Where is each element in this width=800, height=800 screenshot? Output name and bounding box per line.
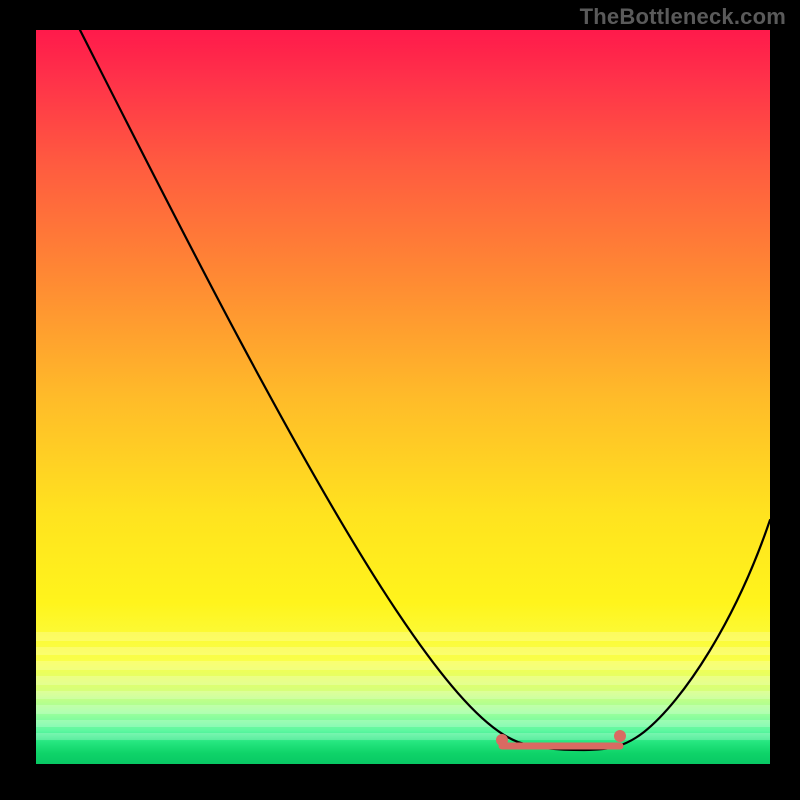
chart-frame: TheBottleneck.com: [0, 0, 800, 800]
plateau-right-dot: [614, 730, 626, 742]
plateau-left-dot: [496, 734, 508, 746]
bottleneck-curve: [80, 30, 770, 750]
plot-area: [36, 30, 770, 764]
curve-svg: [36, 30, 770, 764]
watermark-text: TheBottleneck.com: [580, 4, 786, 30]
